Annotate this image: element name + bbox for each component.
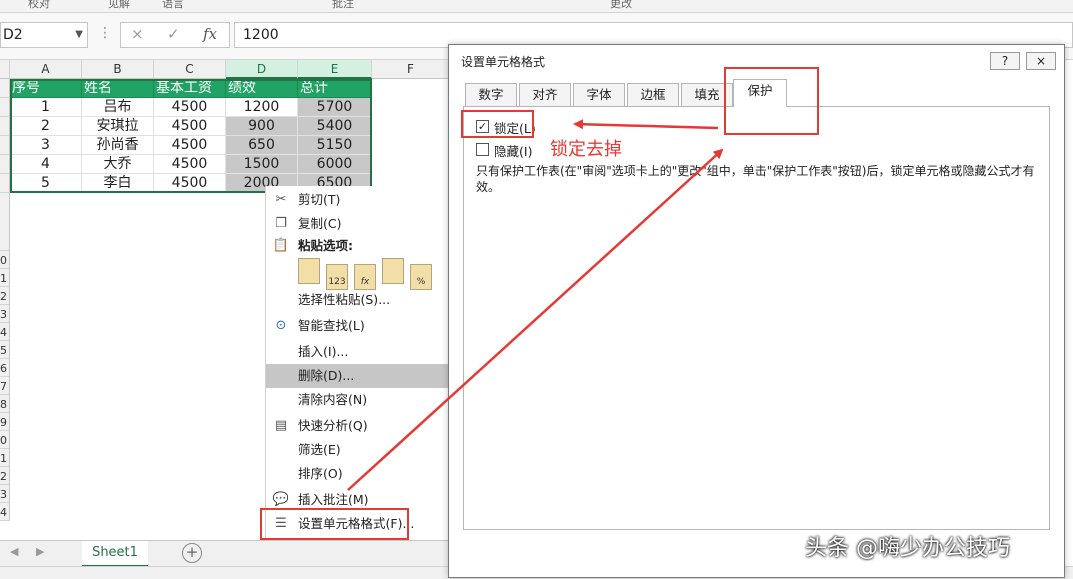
annotation-arrows — [347, 119, 724, 491]
watermark: 头条 @嗨少办公技巧 — [805, 536, 1010, 561]
arrow-to-locked — [573, 119, 719, 130]
tab-protection[interactable]: 保护 — [733, 79, 787, 107]
arrow-to-protection-tab — [347, 148, 724, 491]
